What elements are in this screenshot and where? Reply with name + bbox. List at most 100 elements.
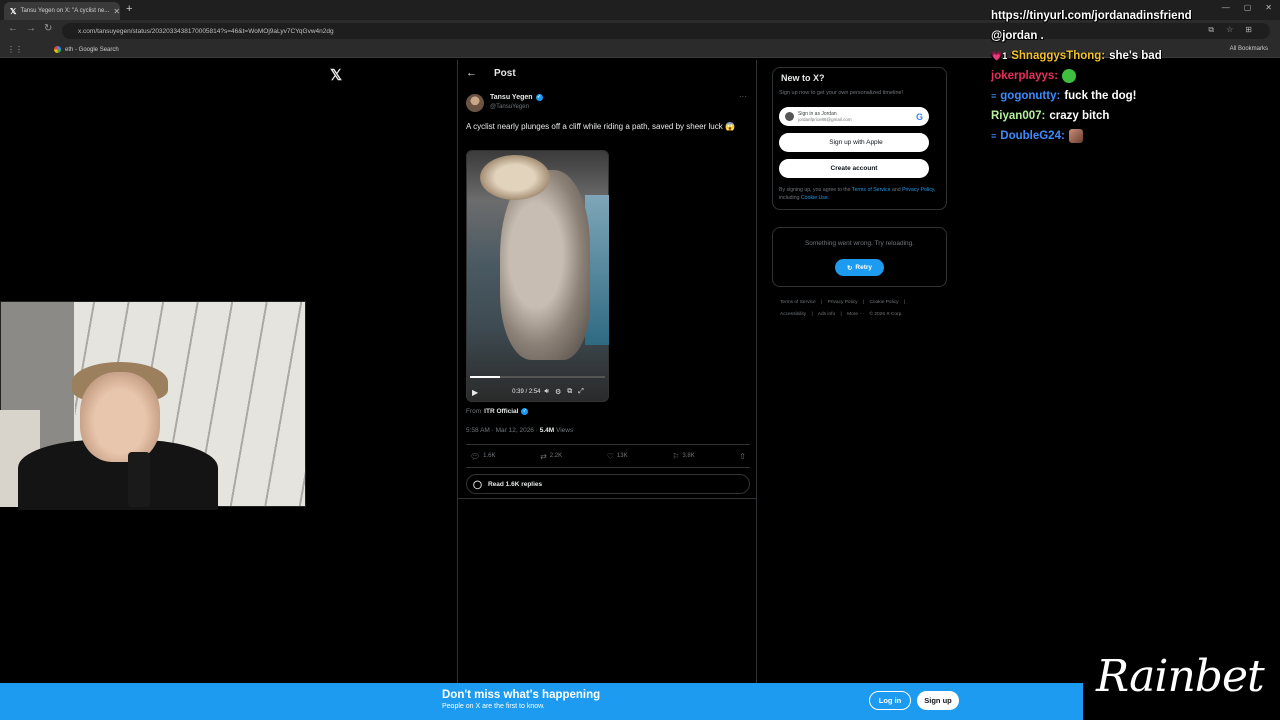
window-close-icon[interactable]: ✕ <box>1265 3 1272 12</box>
reload-icon[interactable]: ↻ <box>44 23 52 34</box>
share-icon: ⇧ <box>739 451 746 461</box>
back-arrow-icon[interactable]: ← <box>466 67 477 79</box>
from-label: From <box>466 408 482 415</box>
signup-button[interactable]: Sign up <box>917 691 959 710</box>
views-label: Views <box>555 427 574 434</box>
tweet-timestamp[interactable]: 5:58 AM · Mar 12, 2026 · <box>466 427 538 434</box>
refresh-icon: ↻ <box>846 264 853 272</box>
webcam-microphone <box>128 452 150 507</box>
chat-user: ShnaggysThong: <box>1011 50 1106 62</box>
footer-link[interactable]: Terms of Service <box>780 300 816 305</box>
error-card <box>772 227 947 287</box>
x-logo-icon[interactable]: 𝕏 <box>330 66 342 84</box>
footer-separator: | <box>840 312 842 317</box>
maximize-icon[interactable]: ▢ <box>1244 3 1252 12</box>
error-message: Something went wrong. Try reloading. <box>804 240 915 247</box>
share-button[interactable]: ⇧ <box>739 452 746 461</box>
bookmark-button[interactable]: ⚐ 3.8K <box>672 452 695 461</box>
new-tab-icon[interactable]: + <box>126 3 132 15</box>
volume-icon[interactable]: 🔊︎ <box>545 388 549 396</box>
author-handle[interactable]: @TansuYegen <box>490 104 529 110</box>
heart-icon: ♡ <box>606 451 614 461</box>
footer-link[interactable]: Privacy Policy <box>828 300 858 305</box>
tab-title: Tansu Yegen on X: "A cyclist ne... <box>20 8 110 14</box>
webcam-streamer-face <box>80 372 160 462</box>
all-bookmarks[interactable]: All Bookmarks <box>1230 46 1268 52</box>
retry-label: Retry <box>855 264 873 271</box>
chat-badge: 💗1 <box>991 51 1008 61</box>
more-options-icon[interactable]: ··· <box>739 92 747 101</box>
views-count: 5.4M <box>539 427 555 434</box>
avatar[interactable] <box>466 94 484 112</box>
stream-chat: https://tinyurl.com/jordanadinsfriend @j… <box>991 6 1192 146</box>
chat-message: 💗1 ShnaggysThong: she's bad <box>991 46 1192 66</box>
extensions-icon[interactable]: ⊞ <box>1245 25 1252 35</box>
reply-button[interactable]: 💬︎ 1.6K <box>470 452 496 461</box>
chat-message: https://tinyurl.com/jordanadinsfriend <box>991 6 1192 26</box>
back-icon[interactable]: ← <box>8 23 18 34</box>
apple-signup-button[interactable]: Sign up with Apple <box>779 133 929 152</box>
like-button[interactable]: ♡ 13K <box>607 452 628 461</box>
verified-badge-icon: ✓ <box>535 94 543 101</box>
fullscreen-icon[interactable]: ⤢ <box>578 388 584 396</box>
create-account-button[interactable]: Create account <box>779 159 929 178</box>
video-frame-hair <box>480 155 550 200</box>
settings-icon[interactable]: ⚙ <box>555 388 561 396</box>
google-logo-icon: G <box>915 111 923 122</box>
sponsor-logo-text: Rainbet <box>1096 651 1265 702</box>
forward-icon[interactable]: → <box>26 23 36 34</box>
footer-separator: | <box>811 312 813 317</box>
video-time: 0:39 / 2:54 <box>512 389 541 395</box>
bookmark-label: eth - Google Search <box>65 46 119 53</box>
tweet-meta: 5:58 AM · Mar 12, 2026 · 5.4M Views <box>466 427 573 434</box>
chat-text: she's bad <box>1109 50 1162 62</box>
chat-message: ≡ gogonutty: fuck the dog! <box>991 86 1192 106</box>
video-source: From ITR Official ✓ <box>466 408 529 415</box>
install-icon[interactable]: ⧉ <box>1208 25 1214 35</box>
google-signin-email: jordanfprice88@gmail.com <box>798 116 852 122</box>
signup-card-subtitle: Sign up now to get your own personalized… <box>779 90 904 96</box>
minimize-icon[interactable]: — <box>1222 3 1230 12</box>
login-button[interactable]: Log in <box>869 691 911 710</box>
reply-icon: 💬︎ <box>470 451 481 461</box>
star-icon[interactable]: ☆ <box>1226 25 1233 35</box>
cookie-use-link[interactable]: Cookie Use. <box>801 195 829 201</box>
read-replies-button[interactable]: ◯ Read 1.6K replies <box>466 474 750 494</box>
terms-text: By signing up, you agree to the Terms of… <box>779 186 939 202</box>
author-name-row[interactable]: Tansu Yegen ✓ <box>490 94 543 101</box>
terms-and: and <box>891 187 901 193</box>
chat-message: @jordan . <box>991 26 1192 46</box>
footer-link[interactable]: Cookie Policy <box>869 300 898 305</box>
apps-icon[interactable]: ⋮⋮ <box>7 45 23 54</box>
chat-badge: ≡ <box>991 131 997 141</box>
bookmark-count: 3.8K <box>682 453 695 459</box>
footer-link[interactable]: Ads info <box>818 312 835 317</box>
privacy-policy-link[interactable]: Privacy Policy <box>902 187 934 193</box>
chat-badge: ≡ <box>991 91 997 101</box>
like-count: 13K <box>616 453 628 459</box>
footer-separator: | <box>903 300 906 305</box>
terms-of-service-link[interactable]: Terms of Service <box>852 187 891 193</box>
browser-tab[interactable]: 𝕏 Tansu Yegen on X: "A cyclist ne... ✕ <box>4 2 120 20</box>
repost-button[interactable]: ⇄ 2.2K <box>540 452 562 461</box>
emote-icon <box>1062 69 1077 83</box>
emote-icon <box>1068 129 1083 143</box>
reply-count: 1.6K <box>483 453 496 459</box>
google-icon <box>54 46 61 53</box>
from-source-link[interactable]: ITR Official <box>484 408 518 415</box>
x-favicon-icon: 𝕏 <box>10 6 17 16</box>
author-name: Tansu Yegen <box>490 94 533 101</box>
repost-count: 2.2K <box>549 453 563 459</box>
footer-link[interactable]: More ··· <box>847 312 864 317</box>
footer-link[interactable]: Accessibility <box>780 312 806 317</box>
divider <box>458 498 756 499</box>
tab-close-icon[interactable]: ✕ <box>113 7 120 16</box>
retry-button[interactable]: ↻ Retry <box>835 259 884 276</box>
footer-separator: | <box>862 300 865 305</box>
chat-user: gogonutty: <box>1000 90 1061 102</box>
bookmark-item[interactable]: eth - Google Search <box>54 46 119 53</box>
picture-in-picture-icon[interactable]: ⧉ <box>567 388 572 396</box>
chat-message: ≡ DoubleG24: <box>991 126 1192 146</box>
play-icon[interactable]: ▶ <box>472 388 478 397</box>
google-signin-button[interactable]: Sign in as Jordan jordanfprice88@gmail.c… <box>779 107 929 126</box>
